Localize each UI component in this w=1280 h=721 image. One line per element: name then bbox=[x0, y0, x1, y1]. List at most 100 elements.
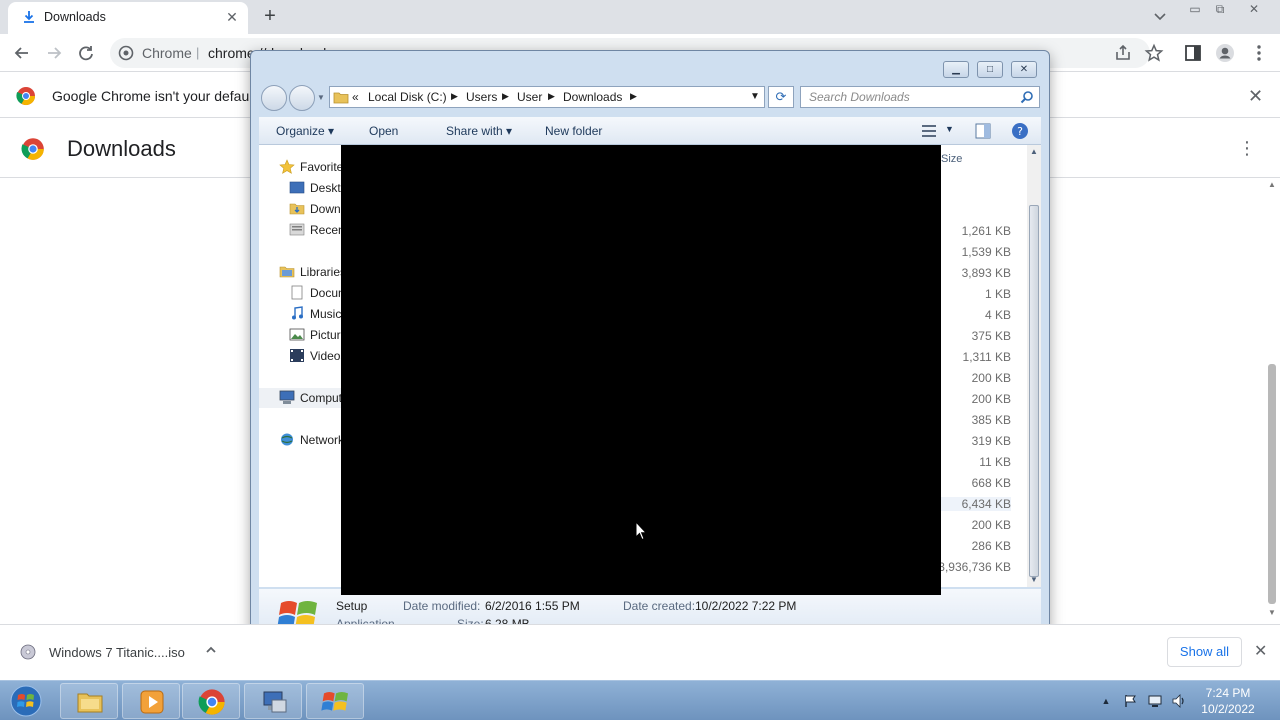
scroll-down-icon[interactable]: ▼ bbox=[1268, 608, 1276, 617]
network-tray-icon[interactable] bbox=[1147, 693, 1163, 709]
breadcrumb-local-disk[interactable]: Local Disk (C:) bbox=[368, 90, 447, 104]
open-button[interactable]: Open bbox=[369, 124, 398, 138]
downloads-menu-icon[interactable]: ⋮ bbox=[1238, 138, 1256, 159]
breadcrumb-users[interactable]: Users bbox=[466, 90, 497, 104]
breadcrumb-downloads[interactable]: Downloads bbox=[563, 90, 622, 104]
windows-taskbar: ▲ 7:24 PM 10/2/2022 bbox=[0, 680, 1280, 720]
explorer-body: Favorites Desktop Downloads Recent Place… bbox=[259, 145, 1041, 595]
explorer-minimize-icon[interactable]: ▁ bbox=[943, 61, 969, 78]
explorer-scroll-thumb[interactable] bbox=[1029, 205, 1039, 577]
nav-label: Documents bbox=[310, 286, 341, 300]
nav-favorites[interactable]: Favorites bbox=[259, 157, 341, 177]
share-with-menu[interactable]: Share with ▾ bbox=[446, 124, 512, 138]
chrome-site-icon bbox=[118, 45, 134, 64]
scroll-up-icon[interactable]: ▲ bbox=[1268, 180, 1276, 189]
new-tab-button[interactable]: + bbox=[260, 6, 280, 26]
nav-label: Music bbox=[310, 307, 341, 321]
taskbar-media-player-button[interactable] bbox=[122, 683, 180, 719]
size-column-header[interactable]: Size bbox=[941, 153, 962, 165]
breadcrumb-user[interactable]: User bbox=[517, 90, 542, 104]
organize-menu[interactable]: Organize ▾ bbox=[276, 124, 334, 138]
show-all-button[interactable]: Show all bbox=[1167, 637, 1242, 667]
page-scrollbar[interactable]: ▲ ▼ bbox=[1266, 180, 1278, 620]
disc-image-icon bbox=[20, 644, 36, 663]
breadcrumb-arrow-icon[interactable]: ▶ bbox=[630, 91, 637, 102]
chevron-down-icon[interactable] bbox=[1152, 8, 1168, 24]
taskbar-network-app-button[interactable] bbox=[244, 683, 302, 719]
recent-places-icon bbox=[289, 222, 305, 237]
scroll-up-icon[interactable]: ▲ bbox=[1030, 147, 1038, 156]
explorer-refresh-icon[interactable]: ⟳ bbox=[768, 86, 794, 108]
size-column: Size 1,261 KB 1,539 KB 3,893 KB 1 KB 4 KB 375… bbox=[927, 145, 1025, 587]
view-dropdown-icon[interactable]: ▼ bbox=[945, 124, 954, 134]
explorer-maximize-icon[interactable]: □ bbox=[977, 61, 1003, 78]
chrome-logo-icon bbox=[21, 137, 45, 164]
infobar-close-icon[interactable]: ✕ bbox=[1248, 86, 1263, 107]
close-tab-icon[interactable]: ✕ bbox=[224, 9, 240, 25]
nav-libraries[interactable]: Libraries bbox=[259, 262, 341, 282]
new-folder-button[interactable]: New folder bbox=[545, 124, 602, 138]
downloads-folder-icon bbox=[289, 201, 305, 216]
nav-computer[interactable]: Computer bbox=[259, 388, 341, 408]
nav-pictures[interactable]: Pictures bbox=[259, 325, 341, 345]
restore-icon[interactable]: ⧉ bbox=[1209, 0, 1231, 18]
star-icon bbox=[279, 159, 295, 174]
start-button[interactable] bbox=[6, 684, 46, 718]
nav-label: Downloads bbox=[310, 202, 341, 216]
date-created-label: Date created: bbox=[623, 599, 696, 613]
breadcrumb-arrow-icon[interactable]: ▶ bbox=[451, 91, 458, 102]
explorer-search-input[interactable]: Search Downloads bbox=[800, 86, 1040, 108]
menu-kebab-icon[interactable] bbox=[1248, 42, 1270, 64]
taskbar-explorer-button[interactable] bbox=[60, 683, 118, 719]
explorer-close-icon[interactable]: ✕ bbox=[1011, 61, 1037, 78]
scroll-down-icon[interactable]: ▼ bbox=[1030, 575, 1038, 584]
explorer-scrollbar[interactable]: ▲ ▼ bbox=[1027, 145, 1041, 587]
preview-pane-icon[interactable] bbox=[975, 123, 991, 142]
shelf-close-icon[interactable]: ✕ bbox=[1254, 641, 1267, 661]
minimize-icon[interactable]: ▭ bbox=[1184, 0, 1206, 18]
taskbar-clock[interactable]: 7:24 PM 10/2/2022 bbox=[1196, 685, 1260, 717]
forward-icon[interactable] bbox=[43, 42, 65, 64]
date-created-value: 10/2/2022 7:22 PM bbox=[695, 599, 797, 613]
nav-recent-places[interactable]: Recent Places bbox=[259, 220, 341, 240]
breadcrumb-overflow-icon[interactable]: « bbox=[352, 90, 359, 104]
back-icon[interactable] bbox=[11, 42, 33, 64]
explorer-address-bar[interactable]: « Local Disk (C:) ▶ Users ▶ User ▶ Downl… bbox=[329, 86, 765, 108]
chevron-up-icon[interactable] bbox=[204, 643, 218, 660]
bookmark-star-icon[interactable] bbox=[1143, 42, 1165, 64]
breadcrumb-arrow-icon[interactable]: ▶ bbox=[548, 91, 555, 102]
help-icon[interactable]: ? bbox=[1011, 122, 1029, 143]
explorer-forward-button[interactable] bbox=[289, 85, 315, 111]
nav-downloads[interactable]: Downloads bbox=[259, 199, 341, 219]
nav-desktop[interactable]: Desktop bbox=[259, 178, 341, 198]
share-icon[interactable] bbox=[1112, 42, 1134, 64]
nav-documents[interactable]: Documents bbox=[259, 283, 341, 303]
breadcrumb-arrow-icon[interactable]: ▶ bbox=[502, 91, 509, 102]
clock-date: 10/2/2022 bbox=[1201, 702, 1255, 716]
taskbar-chrome-button[interactable] bbox=[182, 683, 240, 719]
tab-downloads[interactable]: Downloads ✕ bbox=[8, 2, 248, 34]
nav-network[interactable]: Network bbox=[259, 430, 341, 450]
new-folder-label: New folder bbox=[545, 124, 603, 138]
address-dropdown-icon[interactable]: ▼ bbox=[750, 91, 760, 102]
nav-music[interactable]: Music bbox=[259, 304, 341, 324]
volume-icon[interactable] bbox=[1171, 693, 1187, 709]
organize-label: Organize bbox=[276, 124, 325, 138]
taskbar-setup-button[interactable] bbox=[306, 683, 364, 719]
search-icon[interactable] bbox=[1020, 90, 1034, 104]
view-options-icon[interactable] bbox=[921, 123, 937, 142]
nav-label: Favorites bbox=[300, 160, 341, 174]
recent-pages-chevron-icon[interactable]: ▼ bbox=[317, 93, 325, 102]
side-panel-icon[interactable] bbox=[1182, 42, 1204, 64]
profile-avatar-icon[interactable] bbox=[1214, 42, 1236, 64]
explorer-back-button[interactable] bbox=[261, 85, 287, 111]
reload-icon[interactable] bbox=[75, 42, 97, 64]
close-window-icon[interactable]: ✕ bbox=[1243, 0, 1265, 18]
explorer-titlebar[interactable] bbox=[251, 51, 1049, 85]
page-scroll-thumb[interactable] bbox=[1268, 364, 1276, 604]
action-center-flag-icon[interactable] bbox=[1122, 693, 1138, 709]
show-hidden-icons-icon[interactable]: ▲ bbox=[1098, 693, 1114, 709]
download-item-name[interactable]: Windows 7 Titanic....iso bbox=[49, 645, 185, 660]
nav-videos[interactable]: Videos bbox=[259, 346, 341, 366]
nav-label: Computer bbox=[300, 391, 341, 405]
